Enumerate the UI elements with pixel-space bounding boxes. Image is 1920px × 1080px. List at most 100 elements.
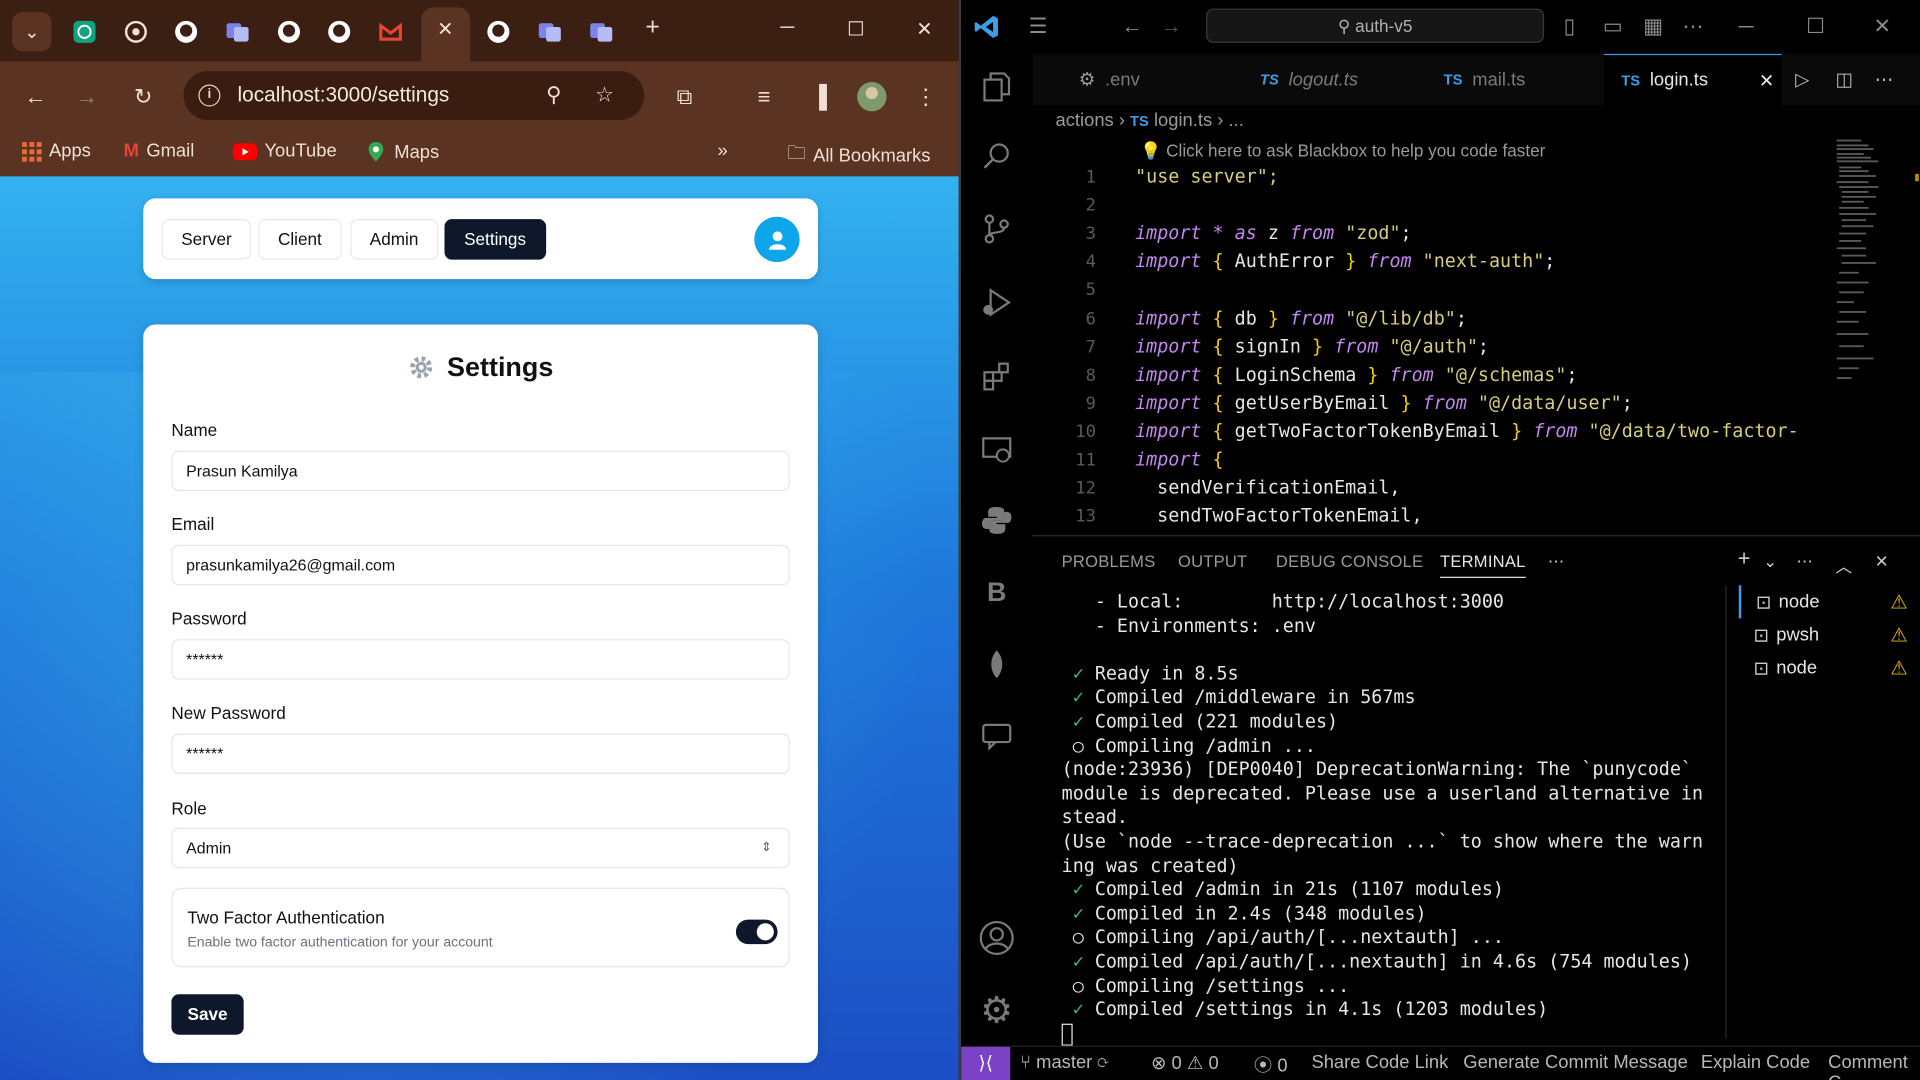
tab-teams-3[interactable] [589, 20, 613, 44]
tab-gmail[interactable] [378, 20, 402, 44]
side-panel-icon[interactable]: ▐ [803, 81, 835, 113]
command-search[interactable]: ⚲ auth-v5 [1206, 8, 1545, 43]
tab-chatgpt[interactable] [72, 20, 96, 44]
password-field[interactable]: ****** [171, 639, 790, 680]
minimize-button[interactable]: ─ [773, 17, 802, 39]
close-window-button[interactable]: ✕ [1873, 15, 1890, 39]
new-terminal-icon[interactable]: + [1738, 546, 1751, 572]
branch-indicator[interactable]: ⑂ master ⟳ [1020, 1052, 1108, 1073]
tab-github-2[interactable] [277, 20, 301, 44]
name-field[interactable]: Prasun Kamilya [171, 450, 790, 492]
generate-commit-message[interactable]: Generate Commit Message [1463, 1052, 1688, 1073]
chevron-down-icon[interactable]: ⌄ [1763, 552, 1777, 572]
more-icon[interactable]: ⋯ [1796, 552, 1813, 572]
tab-mail[interactable]: TS mail.ts [1427, 54, 1605, 105]
user-avatar[interactable] [754, 216, 800, 263]
tab-login[interactable]: TS login.ts ✕ [1604, 53, 1782, 106]
tab-problems[interactable]: PROBLEMS [1062, 552, 1156, 570]
tab-active[interactable]: ✕ [421, 7, 471, 62]
menu-icon[interactable]: ⋮ [910, 81, 942, 113]
tab-logout[interactable]: TS logout.ts [1243, 54, 1427, 105]
close-panel-icon[interactable]: ✕ [1875, 552, 1889, 572]
bookmark-apps[interactable]: Apps [22, 141, 91, 162]
nav-forward-icon[interactable]: → [1161, 15, 1182, 39]
new-password-field[interactable]: ****** [171, 733, 790, 774]
bookmark-maps[interactable]: Maps [365, 141, 439, 163]
tab-terminal[interactable]: TERMINAL [1440, 552, 1526, 578]
blackbox-hint[interactable]: 💡 Click here to ask Blackbox to help you… [1140, 141, 1545, 162]
bookmark-gmail[interactable]: M Gmail [124, 141, 195, 162]
tab-teams-2[interactable] [538, 20, 562, 44]
toggle-sidebar-icon[interactable]: ▯ [1564, 15, 1575, 39]
address-bar[interactable]: i localhost:3000/settings ⚲ ☆ [183, 71, 645, 121]
mongodb-icon[interactable] [976, 644, 1018, 686]
role-select[interactable]: Admin ⇕ [171, 827, 790, 869]
tab-search-button[interactable]: ⌄ [12, 12, 52, 52]
hamburger-menu-icon[interactable]: ☰ [1029, 15, 1048, 39]
forward-button[interactable]: → [71, 81, 103, 113]
tab-debug-console[interactable]: DEBUG CONSOLE [1276, 552, 1423, 570]
more-bookmarks-chevron-icon[interactable]: » [718, 141, 728, 162]
code-editor[interactable]: 💡 Click here to ask Blackbox to help you… [1032, 137, 1920, 536]
tab-teams-1[interactable] [225, 20, 249, 44]
reload-button[interactable]: ↻ [127, 81, 159, 113]
remote-explorer-icon[interactable] [976, 429, 1018, 471]
extensions-icon[interactable]: ⧉ [669, 81, 701, 113]
blackbox-icon[interactable]: B [976, 572, 1018, 614]
tab-github-4[interactable] [486, 20, 510, 44]
tab-github-1[interactable] [174, 20, 198, 44]
explain-code[interactable]: Explain Code [1701, 1052, 1810, 1073]
profile-avatar[interactable] [856, 81, 888, 113]
ports-indicator[interactable]: ⦿ 0 [1254, 1052, 1288, 1078]
nav-admin-button[interactable]: Admin [350, 219, 438, 260]
panel-more-icon[interactable]: ⋯ [1548, 552, 1565, 572]
tfa-toggle[interactable] [735, 919, 778, 945]
layout-icon[interactable]: ▦ [1643, 15, 1663, 39]
zoom-icon[interactable]: ⚲ [546, 83, 561, 107]
close-window-button[interactable]: ✕ [910, 17, 939, 41]
maximize-panel-icon[interactable]: ︿ [1836, 552, 1853, 576]
more-icon[interactable]: ⋯ [1682, 15, 1703, 39]
save-button[interactable]: Save [171, 994, 244, 1035]
tab-output[interactable]: OUTPUT [1178, 552, 1247, 570]
extensions-icon[interactable] [976, 355, 1018, 397]
source-control-icon[interactable] [976, 208, 1018, 250]
run-debug-icon[interactable] [976, 282, 1018, 324]
gear-icon[interactable]: ⚙ [976, 989, 1018, 1031]
maximize-button[interactable]: ☐ [841, 17, 870, 41]
chat-icon[interactable] [976, 715, 1018, 757]
site-info-icon[interactable]: i [198, 84, 221, 107]
terminal-item[interactable]: ⊡ pwsh ⚠ [1739, 618, 1920, 651]
remote-indicator[interactable]: ⟩⟨ [961, 1046, 1011, 1080]
more-actions-icon[interactable]: ⋯ [1875, 54, 1893, 105]
search-icon[interactable] [976, 136, 1018, 178]
nav-settings-button[interactable]: Settings [444, 219, 546, 260]
terminal-item[interactable]: ⊡ node ⚠ [1739, 651, 1920, 684]
back-button[interactable]: ← [20, 81, 52, 113]
bookmark-youtube[interactable]: YouTube [232, 141, 337, 162]
problems-indicator[interactable]: ⊗ 0 ⚠ 0 [1151, 1052, 1219, 1074]
split-editor-icon[interactable]: ◫ [1836, 54, 1853, 105]
media-icon[interactable]: ≡ [748, 81, 780, 113]
all-bookmarks[interactable]: 🗀 All Bookmarks [787, 141, 930, 172]
terminal-output[interactable]: - Local: http://localhost:3000 - Environ… [1061, 590, 1723, 1046]
new-tab-button[interactable]: + [638, 13, 667, 41]
nav-server-button[interactable]: Server [161, 219, 252, 260]
email-field[interactable]: prasunkamilya26@gmail.com [171, 544, 790, 586]
terminal-item[interactable]: ⊡ node ⚠ [1738, 585, 1920, 619]
accounts-icon[interactable] [976, 917, 1018, 959]
bookmark-star-icon[interactable]: ☆ [595, 83, 614, 107]
close-icon[interactable]: ✕ [437, 17, 453, 41]
tab-chrome[interactable] [124, 20, 148, 44]
nav-client-button[interactable]: Client [258, 219, 342, 260]
toggle-panel-icon[interactable]: ▭ [1603, 15, 1623, 39]
maximize-button[interactable]: ☐ [1806, 15, 1825, 39]
run-icon[interactable]: ▷ [1795, 54, 1809, 105]
explorer-icon[interactable] [976, 66, 1018, 108]
share-code-link[interactable]: Share Code Link [1311, 1052, 1448, 1073]
tab-github-3[interactable] [327, 20, 351, 44]
comment-code[interactable]: Comment C [1828, 1052, 1920, 1080]
breadcrumb[interactable]: actions › TS login.ts › ... [1056, 110, 1244, 131]
minimize-button[interactable]: ─ [1739, 15, 1754, 39]
nav-back-icon[interactable]: ← [1122, 15, 1143, 39]
